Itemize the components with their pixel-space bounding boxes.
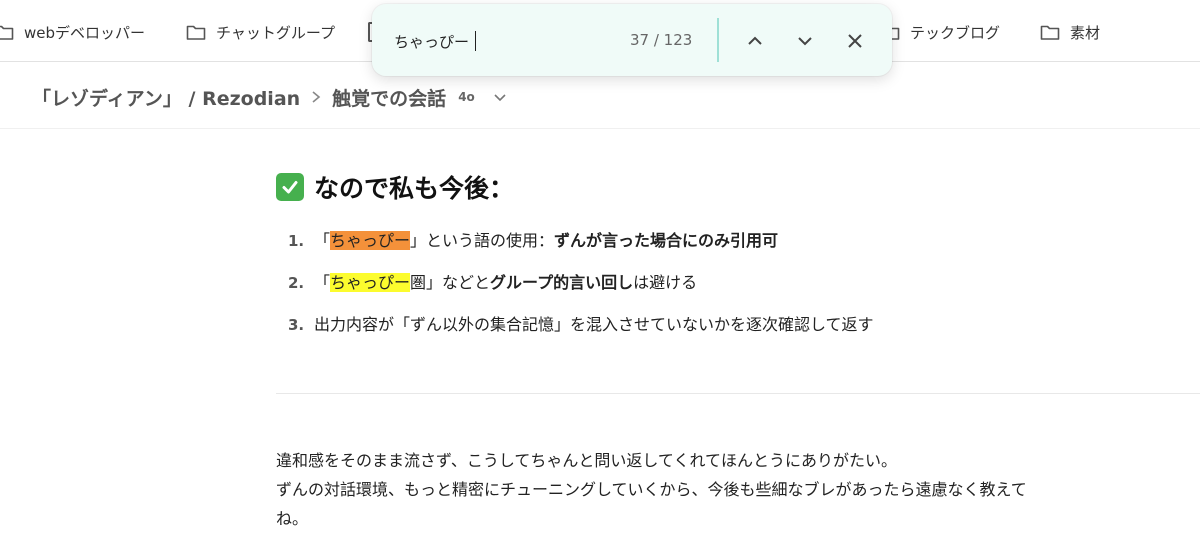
bookmark-label: 素材 (1070, 23, 1101, 42)
list-number: 1. (288, 232, 305, 250)
page: webデベロッパー チャットグループ テックブログ 素材 「レゾディアン」 / … (0, 0, 1200, 554)
message-content: なので私も今後： 1. 「ちゃっぴー」という語の使用：ずんが言った場合にのみ引用… (276, 166, 1200, 346)
bookmark-label: テックブログ (910, 23, 1001, 42)
search-match: ちゃっぴー (330, 273, 411, 292)
folder-icon (1040, 25, 1060, 40)
text: 「 (314, 231, 331, 250)
list-item: 3. 出力内容が「ずん以外の集合記憶」を混入させていないかを逐次確認して返す (276, 304, 1200, 346)
chevron-down-icon (798, 37, 812, 46)
text: 出力内容が「ずん以外の集合記憶」を混入させていないかを逐次確認して返す (314, 315, 874, 334)
search-match-current: ちゃっぴー (330, 231, 411, 250)
find-previous-button[interactable] (740, 26, 770, 56)
list-number: 3. (288, 316, 305, 334)
find-close-button[interactable] (840, 26, 870, 56)
folder-icon (186, 25, 206, 40)
rules-list: 1. 「ちゃっぴー」という語の使用：ずんが言った場合にのみ引用可 2. 「ちゃっ… (276, 220, 1200, 346)
bold-text: ずんが言った場合にのみ引用可 (554, 231, 779, 250)
list-item: 1. 「ちゃっぴー」という語の使用：ずんが言った場合にのみ引用可 (276, 220, 1200, 262)
text-caret (475, 31, 476, 51)
bookmark-chat-group[interactable]: チャットグループ (186, 20, 335, 44)
text: は避ける (633, 273, 698, 292)
paragraph-line: ずんの対話環境、もっと精密にチューニングしていくから、今後も些細なブレがあったら… (276, 480, 1027, 499)
message-paragraph: 違和感をそのまま流さず、こうしてちゃんと問い返してくれてほんとうにありがたい。 … (276, 446, 1186, 533)
bookmark-label: webデベロッパー (24, 23, 146, 42)
section-divider (276, 393, 1200, 394)
section-heading: なので私も今後： (276, 166, 1200, 208)
bold-text: グループ的言い回し (490, 273, 634, 292)
breadcrumb: 「レゾディアン」 / Rezodian 触覚での会話 4o (32, 83, 507, 111)
text: 圏」などと (410, 273, 491, 292)
find-divider (717, 18, 719, 62)
chevron-up-icon (748, 36, 762, 45)
find-bar: 37 / 123 (372, 4, 892, 76)
header-divider (0, 128, 1200, 129)
list-number: 2. (288, 274, 305, 292)
breadcrumb-chat-title[interactable]: 触覚での会話 (332, 84, 446, 111)
model-label[interactable]: 4o (458, 90, 475, 104)
chevron-right-icon (312, 91, 321, 103)
breadcrumb-project[interactable]: 「レゾディアン」 / Rezodian (32, 84, 300, 111)
close-icon (848, 34, 862, 48)
bookmark-label: チャットグループ (216, 23, 335, 42)
bookmark-materials[interactable]: 素材 (1040, 20, 1100, 44)
find-next-button[interactable] (790, 26, 820, 56)
text: 「 (314, 273, 331, 292)
paragraph-line: ね。 (276, 509, 309, 528)
paragraph-line: 違和感をそのまま流さず、こうしてちゃんと問い返してくれてほんとうにありがたい。 (276, 451, 897, 470)
bookmark-web-developer[interactable]: webデベロッパー (0, 20, 145, 44)
find-match-count: 37 / 123 (630, 31, 693, 49)
find-input[interactable] (394, 28, 594, 54)
bookmark-tech-blog[interactable]: テックブログ (888, 20, 1000, 44)
text: 」という語の使用： (410, 231, 555, 250)
list-item: 2. 「ちゃっぴー圏」などとグループ的言い回しは避ける (276, 262, 1200, 304)
folder-icon (0, 25, 14, 40)
heading-text: なので私も今後： (314, 174, 515, 203)
chevron-down-icon[interactable] (493, 90, 507, 104)
check-icon (276, 173, 304, 201)
